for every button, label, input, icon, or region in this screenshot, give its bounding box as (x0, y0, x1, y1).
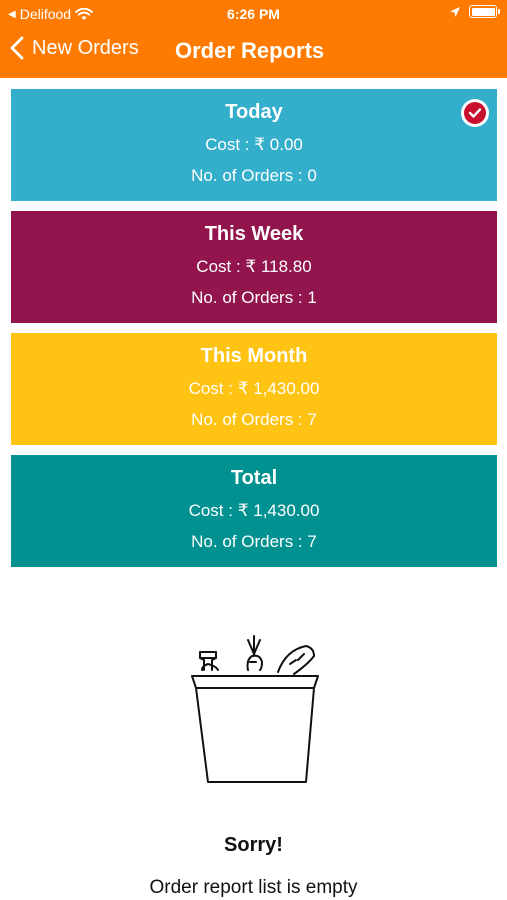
chevron-left-icon (10, 36, 24, 60)
card-cost: Cost : ₹ 0.00 (205, 135, 303, 154)
card-orders: No. of Orders : 1 (191, 288, 317, 307)
battery-icon (469, 5, 500, 18)
page-title: Order Reports (175, 38, 325, 63)
empty-state-title: Sorry! (224, 834, 283, 856)
report-card-this-week[interactable]: This Week Cost : ₹ 118.80 No. of Orders … (11, 211, 497, 323)
empty-state-message: Order report list is empty (149, 877, 358, 898)
card-title: Today (225, 101, 283, 123)
report-card-this-month[interactable]: This Month Cost : ₹ 1,430.00 No. of Orde… (11, 333, 497, 445)
location-icon (450, 6, 460, 17)
card-title: This Week (204, 223, 304, 245)
card-cost: Cost : ₹ 1,430.00 (188, 501, 320, 520)
card-title: This Month (200, 345, 308, 367)
back-button-label: New Orders (32, 36, 139, 59)
card-orders: No. of Orders : 0 (191, 166, 317, 185)
card-orders: No. of Orders : 7 (191, 532, 317, 551)
status-right (449, 5, 500, 18)
card-cost: Cost : ₹ 1,430.00 (188, 379, 320, 398)
report-card-today[interactable]: Today Cost : ₹ 0.00 No. of Orders : 0 (11, 89, 497, 201)
grocery-bag-icon (191, 635, 319, 783)
card-orders: No. of Orders : 7 (191, 410, 317, 429)
card-cost: Cost : ₹ 118.80 (196, 257, 312, 276)
back-button[interactable]: New Orders (10, 36, 139, 60)
nav-bar: New Orders Order Reports (0, 30, 507, 74)
status-time: 6:26 PM (227, 6, 280, 22)
selected-check-icon (461, 99, 489, 127)
card-title: Total (230, 467, 278, 489)
report-card-total[interactable]: Total Cost : ₹ 1,430.00 No. of Orders : … (11, 455, 497, 567)
status-bar: ◀ Delifood 6:26 PM (0, 0, 507, 28)
app-header: ◀ Delifood 6:26 PM New Orders Order Repo… (0, 0, 507, 78)
